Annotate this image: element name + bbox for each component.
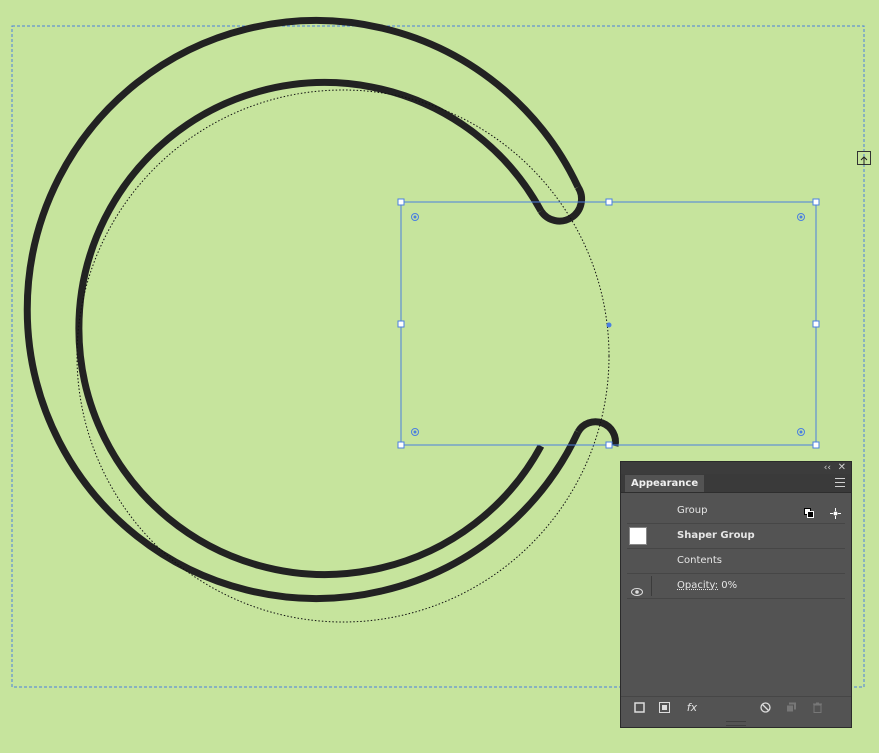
layer-stack-icon[interactable]: [803, 505, 815, 518]
contents-label: Contents: [677, 555, 722, 566]
handle-bottom-right[interactable]: [812, 441, 820, 449]
opacity-value: 0%: [721, 580, 738, 591]
c-shape-outer-stroke[interactable]: [23, 17, 582, 602]
new-stroke-icon[interactable]: [633, 702, 645, 714]
shaper-group-label: Shaper Group: [677, 530, 755, 541]
sparkle-icon[interactable]: [830, 505, 841, 519]
clear-appearance-icon[interactable]: [759, 702, 771, 714]
row-opacity[interactable]: Opacity: 0%: [627, 574, 845, 599]
handle-middle-left[interactable]: [397, 320, 405, 328]
artboard-options-icon[interactable]: [857, 151, 871, 165]
handle-bottom-left[interactable]: [397, 441, 405, 449]
trash-icon[interactable]: [811, 702, 823, 714]
dotted-circle-guide: [76, 89, 610, 623]
tab-appearance[interactable]: Appearance: [625, 475, 705, 492]
panel-menu-icon[interactable]: [835, 478, 845, 487]
panel-bottom-toolbar: fx: [621, 696, 851, 719]
eye-icon[interactable]: [631, 582, 643, 596]
handle-top-right[interactable]: [812, 198, 820, 206]
row-shaper-group[interactable]: Shaper Group: [627, 524, 845, 549]
duplicate-item-icon[interactable]: [785, 702, 797, 714]
handle-top-left[interactable]: [397, 198, 405, 206]
shaper-group-thumbnail: [629, 527, 647, 545]
opacity-label: Opacity: 0%: [677, 574, 737, 598]
close-panel-icon[interactable]: ✕: [838, 462, 846, 474]
panel-resize-grip[interactable]: [726, 721, 746, 726]
panel-tabbar: Appearance: [621, 474, 851, 493]
fx-button[interactable]: fx: [683, 702, 701, 714]
handle-middle-right[interactable]: [812, 320, 820, 328]
appearance-rows: Group Shaper Group Contents Opacity: 0%: [627, 499, 845, 599]
new-fill-icon[interactable]: [658, 702, 670, 714]
opacity-link[interactable]: Opacity:: [677, 580, 718, 591]
panel-titlebar[interactable]: ‹‹ ✕: [621, 462, 851, 474]
center-point: [606, 322, 612, 328]
group-label: Group: [677, 505, 708, 516]
handle-top-center[interactable]: [605, 198, 613, 206]
c-shape-inner-stroke[interactable]: [75, 79, 545, 578]
handle-bottom-center[interactable]: [605, 441, 613, 449]
row-divider: [651, 576, 652, 596]
collapse-panel-icon[interactable]: ‹‹: [824, 462, 831, 474]
row-contents[interactable]: Contents: [627, 549, 845, 574]
row-group[interactable]: Group: [627, 499, 845, 524]
appearance-panel: ‹‹ ✕ Appearance Group Shaper Group Conte…: [620, 461, 852, 728]
